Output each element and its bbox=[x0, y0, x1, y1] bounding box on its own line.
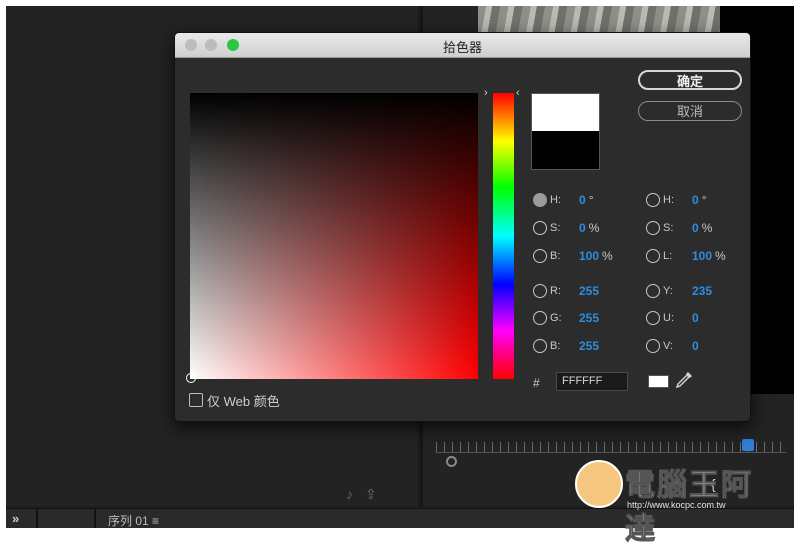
field-value[interactable]: 0% bbox=[579, 221, 599, 235]
field-label: H: bbox=[550, 194, 561, 206]
field-value[interactable]: 255 bbox=[579, 339, 602, 353]
field-row-s[interactable]: S: 0% bbox=[533, 221, 633, 237]
eyedropper-icon[interactable] bbox=[673, 369, 695, 391]
field-value[interactable]: 100% bbox=[579, 249, 613, 263]
hex-input[interactable]: FFFFFF bbox=[556, 372, 628, 391]
field-row-h[interactable]: H: 0 ° bbox=[533, 193, 633, 209]
hue-slider[interactable] bbox=[493, 93, 514, 379]
field-row-v[interactable]: V: 0 bbox=[646, 339, 746, 355]
watermark: 電腦王阿達 http://www.kocpc.com.tw bbox=[575, 458, 780, 547]
field-label: Y: bbox=[663, 285, 673, 297]
playhead-marker[interactable] bbox=[742, 439, 754, 451]
radio-s[interactable] bbox=[533, 221, 547, 235]
field-value[interactable]: 100% bbox=[692, 249, 726, 263]
expand-panels-icon[interactable]: » bbox=[12, 511, 19, 526]
field-value[interactable]: 0 bbox=[692, 311, 702, 325]
field-value[interactable]: 0% bbox=[692, 221, 712, 235]
timeline-track bbox=[436, 452, 786, 453]
field-label: B: bbox=[550, 250, 561, 262]
field-row-hsl-s[interactable]: S: 0% bbox=[646, 221, 746, 237]
cancel-button[interactable]: 取消 bbox=[638, 101, 742, 121]
radio-hsl-s[interactable] bbox=[646, 221, 660, 235]
field-row-u[interactable]: U: 0 bbox=[646, 311, 746, 327]
dialog-title: 拾色器 bbox=[442, 40, 482, 55]
radio-g[interactable] bbox=[533, 311, 547, 325]
field-label: B: bbox=[550, 340, 561, 352]
color-field-cursor[interactable] bbox=[186, 373, 196, 383]
panel-footer-icons[interactable]: ♪⇪ bbox=[346, 486, 389, 503]
radio-b[interactable] bbox=[533, 249, 547, 263]
field-row-hsl-l[interactable]: L: 100% bbox=[646, 249, 746, 265]
saturation-brightness-field[interactable] bbox=[190, 93, 478, 379]
color-picker-dialog: 拾色器 › ‹ 确定 取消 H: 0 ° S: 0% B: 100% R: 255… bbox=[174, 32, 751, 422]
radio-v[interactable] bbox=[646, 339, 660, 353]
radio-r[interactable] bbox=[533, 284, 547, 298]
field-value[interactable]: 255 bbox=[579, 311, 602, 325]
field-label: S: bbox=[550, 222, 561, 234]
field-row-r[interactable]: R: 255 bbox=[533, 284, 633, 300]
field-label: S: bbox=[663, 222, 674, 234]
field-row-g[interactable]: G: 255 bbox=[533, 311, 633, 327]
field-label: H: bbox=[663, 194, 674, 206]
dialog-titlebar[interactable]: 拾色器 bbox=[175, 33, 750, 58]
hex-label: # bbox=[533, 376, 540, 390]
field-label: R: bbox=[550, 285, 561, 297]
radio-blue[interactable] bbox=[533, 339, 547, 353]
field-label: L: bbox=[663, 250, 673, 262]
field-label: U: bbox=[663, 312, 674, 324]
tab-separator bbox=[36, 508, 38, 528]
field-row-b[interactable]: B: 100% bbox=[533, 249, 633, 265]
radio-h[interactable] bbox=[533, 193, 547, 207]
sequence-tab[interactable]: 序列 01 ≡ bbox=[108, 512, 159, 528]
web-colors-checkbox[interactable] bbox=[189, 393, 203, 407]
hue-slider-left-arrow-icon[interactable]: › bbox=[484, 87, 488, 99]
field-label: V: bbox=[663, 340, 673, 352]
field-value[interactable]: 0 bbox=[692, 339, 702, 353]
hue-slider-right-arrow-icon[interactable]: ‹ bbox=[516, 87, 520, 99]
current-color-chip bbox=[648, 375, 669, 388]
field-value[interactable]: 235 bbox=[692, 284, 715, 298]
watermark-url: http://www.kocpc.com.tw bbox=[627, 500, 726, 510]
watermark-logo-icon bbox=[575, 460, 623, 508]
radio-u[interactable] bbox=[646, 311, 660, 325]
ok-button[interactable]: 确定 bbox=[638, 70, 742, 90]
radio-y[interactable] bbox=[646, 284, 660, 298]
field-row-hsl-h[interactable]: H: 0 ° bbox=[646, 193, 746, 209]
field-value[interactable]: 0 ° bbox=[579, 193, 594, 207]
new-color-swatch bbox=[531, 93, 600, 133]
radio-hsl-l[interactable] bbox=[646, 249, 660, 263]
field-row-blue[interactable]: B: 255 bbox=[533, 339, 633, 355]
original-color-swatch[interactable] bbox=[531, 131, 600, 170]
field-value[interactable]: 255 bbox=[579, 284, 602, 298]
radio-hsl-h[interactable] bbox=[646, 193, 660, 207]
timeline-ruler bbox=[436, 442, 786, 452]
web-colors-label: 仅 Web 颜色 bbox=[207, 394, 280, 409]
timeline-zoom-handle[interactable] bbox=[446, 456, 457, 467]
field-label: G: bbox=[550, 312, 562, 324]
tab-separator bbox=[94, 508, 96, 528]
field-row-y[interactable]: Y: 235 bbox=[646, 284, 746, 300]
field-value[interactable]: 0 ° bbox=[692, 193, 707, 207]
